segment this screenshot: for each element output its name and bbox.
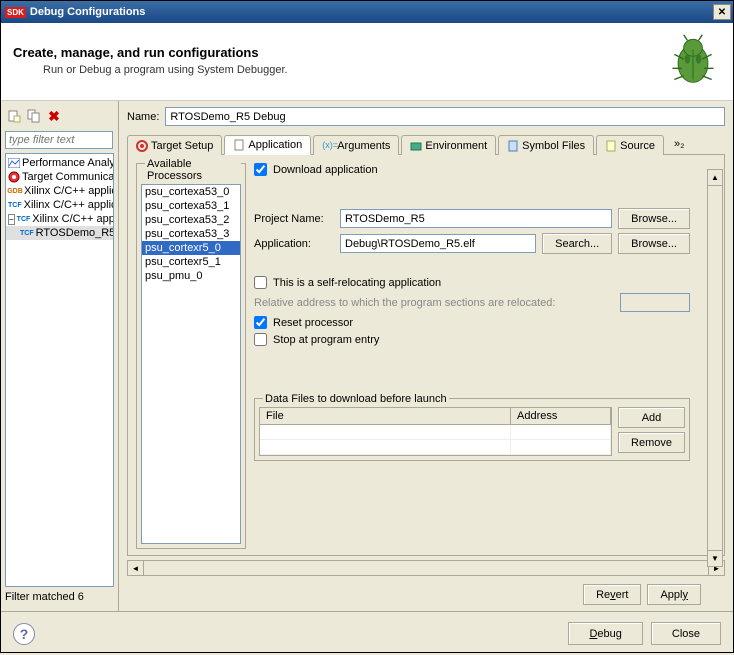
- tree-item-xilinx-sysdbg[interactable]: TCFXilinx C/C++ application (System Debu…: [6, 198, 113, 212]
- debug-button[interactable]: Debug: [568, 622, 642, 645]
- name-label: Name:: [127, 111, 159, 123]
- tab-arguments[interactable]: (x)=Arguments: [313, 135, 399, 155]
- self-relocating-label: This is a self-relocating application: [273, 277, 441, 289]
- sdk-badge: SDK: [5, 7, 26, 18]
- data-files-add-button[interactable]: Add: [618, 407, 685, 428]
- download-application-label: Download application: [273, 164, 378, 176]
- processors-legend: Available Processors: [145, 158, 241, 182]
- help-icon[interactable]: ?: [13, 623, 35, 645]
- close-icon[interactable]: ✕: [713, 4, 731, 20]
- tab-target-setup[interactable]: Target Setup: [127, 135, 222, 155]
- footer: ? Debug Close: [1, 611, 733, 655]
- processor-item[interactable]: psu_cortexa53_3: [142, 227, 240, 241]
- tab-application[interactable]: Application: [224, 135, 311, 155]
- header: Create, manage, and run configurations R…: [1, 23, 733, 101]
- stop-entry-label: Stop at program entry: [273, 334, 379, 346]
- debug-bug-icon: [665, 31, 721, 90]
- project-name-input[interactable]: [340, 209, 612, 228]
- processor-item[interactable]: psu_cortexa53_2: [142, 213, 240, 227]
- config-toolbar: ✖: [3, 105, 116, 127]
- header-subtitle: Run or Debug a program using System Debu…: [43, 64, 665, 76]
- new-config-icon[interactable]: [5, 107, 23, 125]
- tree-item-xilinx-gdb[interactable]: GDBXilinx C/C++ application (GDB): [6, 184, 113, 198]
- application-search-button[interactable]: Search...: [542, 233, 612, 254]
- self-relocating-checkbox[interactable]: [254, 276, 267, 289]
- delete-config-icon[interactable]: ✖: [45, 107, 63, 125]
- tree-item-xilinx-qemu[interactable]: −TCFXilinx C/C++ application (System Deb…: [6, 212, 113, 226]
- rel-addr-input: [620, 293, 690, 312]
- tree-item-target[interactable]: Target Communication Framework: [6, 170, 113, 184]
- table-row[interactable]: [260, 440, 611, 455]
- processor-item[interactable]: psu_cortexr5_1: [142, 255, 240, 269]
- application-input[interactable]: [340, 234, 536, 253]
- stop-entry-checkbox[interactable]: [254, 333, 267, 346]
- right-panel: Name: Target Setup Application (x)=Argum…: [119, 101, 733, 611]
- vertical-scrollbar[interactable]: ▲ ▼: [707, 169, 723, 567]
- tab-environment[interactable]: Environment: [401, 135, 496, 155]
- close-button[interactable]: Close: [651, 622, 721, 645]
- tab-overflow[interactable]: »₂: [666, 134, 692, 154]
- scroll-up-icon[interactable]: ▲: [708, 170, 722, 186]
- processor-list[interactable]: psu_cortexa53_0 psu_cortexa53_1 psu_cort…: [141, 184, 241, 544]
- tab-symbol-files[interactable]: Symbol Files: [498, 135, 594, 155]
- duplicate-config-icon[interactable]: [25, 107, 43, 125]
- project-browse-button[interactable]: Browse...: [618, 208, 690, 229]
- horizontal-scrollbar[interactable]: ◄ ►: [127, 560, 725, 576]
- rel-addr-label: Relative address to which the program se…: [254, 297, 614, 309]
- tab-bar: Target Setup Application (x)=Arguments E…: [127, 134, 725, 155]
- data-files-legend: Data Files to download before launch: [263, 393, 449, 405]
- reset-processor-label: Reset processor: [273, 317, 353, 329]
- project-name-label: Project Name:: [254, 213, 334, 225]
- name-input[interactable]: [165, 107, 725, 126]
- data-files-table[interactable]: File Address: [259, 407, 612, 456]
- tab-content-application: Available Processors psu_cortexa53_0 psu…: [127, 155, 725, 556]
- reset-processor-checkbox[interactable]: [254, 316, 267, 329]
- apply-button[interactable]: Apply: [647, 584, 701, 605]
- filter-status: Filter matched 6: [3, 587, 116, 607]
- col-address[interactable]: Address: [511, 408, 611, 424]
- processor-item[interactable]: psu_cortexr5_0: [142, 241, 240, 255]
- tab-source[interactable]: Source: [596, 135, 664, 155]
- title-bar: SDK Debug Configurations ✕: [1, 1, 733, 23]
- scroll-left-icon[interactable]: ◄: [128, 561, 144, 575]
- filter-input[interactable]: [5, 131, 113, 149]
- left-panel: ✖ Performance Analysis Target Communicat…: [1, 101, 119, 611]
- data-files-remove-button[interactable]: Remove: [618, 432, 685, 453]
- revert-button[interactable]: Revert: [583, 584, 641, 605]
- download-application-checkbox[interactable]: [254, 163, 267, 176]
- window-title: Debug Configurations: [30, 6, 713, 18]
- tree-item-rtosdemo[interactable]: TCFRTOSDemo_R5 Debug: [6, 226, 113, 240]
- processor-item[interactable]: psu_pmu_0: [142, 269, 240, 283]
- application-label: Application:: [254, 238, 334, 250]
- application-browse-button[interactable]: Browse...: [618, 233, 690, 254]
- processor-item[interactable]: psu_cortexa53_1: [142, 199, 240, 213]
- tree-item-performance[interactable]: Performance Analysis: [6, 156, 113, 170]
- processor-item[interactable]: psu_cortexa53_0: [142, 185, 240, 199]
- collapse-icon[interactable]: −: [8, 214, 15, 225]
- col-file[interactable]: File: [260, 408, 511, 424]
- config-tree[interactable]: Performance Analysis Target Communicatio…: [5, 153, 114, 587]
- scroll-down-icon[interactable]: ▼: [708, 550, 722, 566]
- header-title: Create, manage, and run configurations: [13, 45, 665, 60]
- table-row[interactable]: [260, 425, 611, 440]
